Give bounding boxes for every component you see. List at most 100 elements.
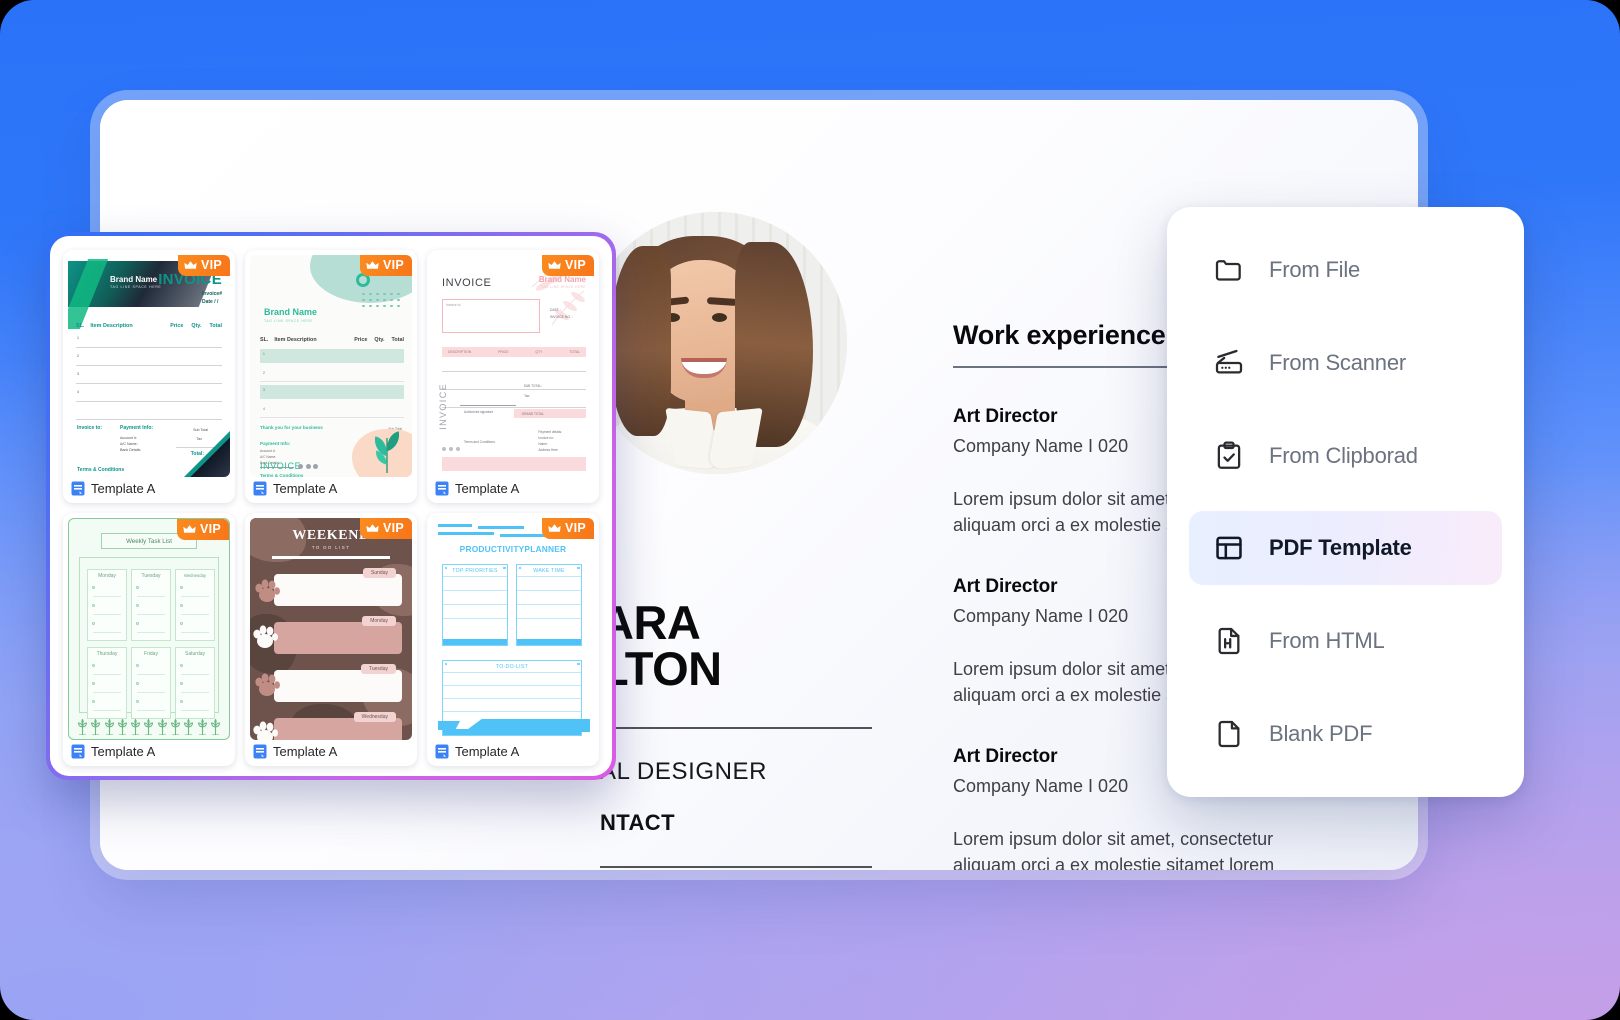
- tpl1-row: 2: [77, 354, 79, 358]
- tpl3-meta: DATE : INVOICE NO. :: [550, 308, 573, 320]
- vip-badge: VIP: [177, 255, 230, 276]
- tpl1-columns: SL. Item Description Price Qty. Total: [76, 323, 222, 329]
- crown-icon: [548, 524, 561, 532]
- template-card[interactable]: VIP INVOICE Brand Name TAG LINE SPACE HE…: [427, 250, 599, 503]
- template-label: Template A: [455, 744, 520, 759]
- vip-badge: VIP: [359, 255, 412, 276]
- tpl3-signature-label: Authorized signature: [464, 410, 494, 414]
- tpl1-total: Sub Total: [193, 428, 208, 432]
- tpl5-day-tag: Monday: [362, 616, 396, 626]
- menu-item-label: Blank PDF: [1269, 720, 1373, 746]
- menu-item-from-html[interactable]: From HTML: [1189, 604, 1502, 678]
- tpl1-meta: Invoice# Date / /: [201, 291, 222, 305]
- vip-badge: VIP: [359, 518, 412, 539]
- crown-icon: [548, 261, 561, 269]
- tpl3-footer-dots: [442, 446, 461, 451]
- template-thumbnail: VIP INVOICE Brand Name TAG LINE SPACE HE…: [432, 255, 594, 477]
- crown-icon: [366, 261, 379, 269]
- template-card[interactable]: VIP Brand Name TAG LINE SPACE HERE INVOI…: [63, 250, 235, 503]
- resume-contact-heading: NTACT: [600, 810, 675, 835]
- template-card-footer: Template A: [245, 477, 417, 503]
- menu-item-label: From HTML: [1269, 628, 1385, 654]
- menu-item-from-file[interactable]: From File: [1189, 233, 1502, 307]
- pdf-template-picker-panel: VIP Brand Name TAG LINE SPACE HERE INVOI…: [46, 232, 616, 780]
- tpl2-row: 4: [263, 407, 265, 411]
- vip-badge: VIP: [176, 519, 229, 540]
- tpl1-terms: Terms & Conditions: [77, 467, 125, 473]
- tpl1-payment-lines: Account #: A/C Name: Bank Details:: [120, 436, 142, 453]
- vip-label: VIP: [564, 258, 586, 272]
- tpl3-total: GRAND TOTAL: [521, 411, 544, 416]
- tpl2-columns: SL. Item Description Price Qty. Total: [260, 337, 404, 343]
- plant-illustration: [374, 431, 400, 473]
- avatar: [585, 212, 847, 474]
- tpl3-field-label: Invoice to: [446, 303, 461, 307]
- menu-item-from-scanner[interactable]: From Scanner: [1189, 326, 1502, 400]
- paw-icon: [253, 625, 278, 648]
- menu-item-pdf-template[interactable]: PDF Template: [1189, 511, 1502, 586]
- template-thumbnail: VIP WEEKEND TO DO LIST Sunday Monday Tue…: [250, 518, 412, 740]
- tpl1-row: 3: [77, 372, 79, 376]
- template-card[interactable]: VIP PRODUCTIVITYPLANNER TOP PRIORITIES W…: [427, 513, 599, 766]
- tpl3-title: INVOICE: [442, 277, 492, 289]
- tpl5-title: WEEKEND: [292, 528, 370, 543]
- tpl4-day-cell: Thursday: [87, 647, 127, 719]
- vip-label: VIP: [199, 522, 221, 536]
- vip-label: VIP: [382, 258, 404, 272]
- pdf-source-menu: From File From Scanner From Clipborad PD…: [1167, 207, 1524, 797]
- menu-item-from-clipboard[interactable]: From Clipborad: [1189, 419, 1502, 493]
- tpl3-total: SUB TOTAL:: [523, 384, 542, 388]
- tpl1-brand-sub: TAG LINE SPACE HERE: [110, 285, 162, 289]
- resume-name: ARA LTON: [600, 596, 900, 696]
- resume-role: AL DESIGNER: [600, 758, 768, 785]
- pdf-file-icon: [253, 744, 267, 759]
- gradient-backdrop: ARA LTON AL DESIGNER NTACT Work experien…: [0, 0, 1620, 1020]
- vip-label: VIP: [382, 521, 404, 535]
- template-card[interactable]: VIP Weekly Task List Monday Tuesday Wedn…: [63, 513, 235, 766]
- template-card-footer: Template A: [63, 740, 235, 766]
- paw-icon: [255, 673, 280, 696]
- template-thumbnail: VIP PRODUCTIVITYPLANNER TOP PRIORITIES W…: [432, 518, 594, 740]
- tpl2-brand: Brand Name: [264, 307, 318, 317]
- tpl4-day-cell: Saturday: [175, 647, 215, 719]
- pdf-file-icon: [435, 744, 449, 759]
- tpl2-thanks: Thank you for your business: [260, 425, 323, 430]
- tpl4-plant-border: [77, 719, 221, 735]
- tpl5-day-tag: Sunday: [363, 568, 396, 578]
- vip-label: VIP: [564, 521, 586, 535]
- tpl1-brand: Brand Name: [110, 275, 158, 284]
- tpl2-terms: Terms & Conditions: [260, 473, 304, 477]
- tpl1-total: Tax: [196, 437, 202, 441]
- template-card[interactable]: VIP Brand Name TAG LINE SPACE HERE SL. I…: [245, 250, 417, 503]
- template-card[interactable]: VIP WEEKEND TO DO LIST Sunday Monday Tue…: [245, 513, 417, 766]
- tpl1-payment-info: Payment Info:: [120, 425, 154, 431]
- pdf-file-icon: [71, 744, 85, 759]
- tpl4-day-cell: Wednesday: [175, 569, 215, 641]
- tpl1-row: 1: [77, 336, 79, 340]
- menu-item-label: PDF Template: [1269, 535, 1412, 561]
- template-card-footer: Template A: [427, 740, 599, 766]
- menu-item-label: From File: [1269, 257, 1361, 282]
- template-thumbnail: VIP Brand Name TAG LINE SPACE HERE SL. I…: [250, 255, 412, 477]
- template-label: Template A: [273, 744, 338, 759]
- template-label: Template A: [91, 744, 156, 759]
- tpl4-day-cell: Monday: [87, 569, 127, 641]
- menu-item-blank-pdf[interactable]: Blank PDF: [1189, 697, 1502, 771]
- paw-icon: [253, 721, 278, 740]
- tpl4-day-cell: Friday: [131, 647, 171, 719]
- resume-name-line1: ARA: [600, 596, 701, 649]
- pdf-file-icon: [71, 481, 85, 496]
- layout-template-icon: [1211, 530, 1247, 566]
- tpl2-row: 3: [263, 388, 265, 392]
- template-card-footer: Template A: [63, 477, 235, 503]
- resume-name-line2: LTON: [600, 642, 722, 696]
- tpl4-day-cell: Tuesday: [131, 569, 171, 641]
- pdf-file-icon: [435, 481, 449, 496]
- template-label: Template A: [91, 481, 156, 496]
- tpl2-brand-sub: TAG LINE SPACE HERE: [264, 319, 314, 323]
- crown-icon: [183, 525, 196, 533]
- tpl6-title: PRODUCTIVITYPLANNER: [459, 544, 567, 554]
- crown-icon: [184, 261, 197, 269]
- tpl3-total: Tax:: [524, 394, 530, 398]
- clipboard-check-icon: [1211, 438, 1247, 474]
